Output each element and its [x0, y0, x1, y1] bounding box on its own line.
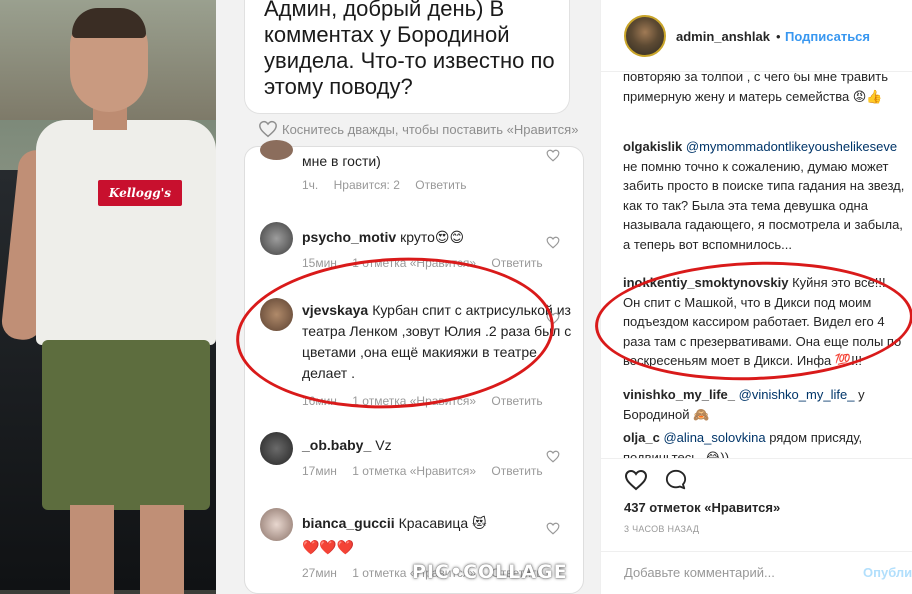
- add-comment-input[interactable]: Добавьте комментарий...: [624, 565, 775, 580]
- comment-text: круто😍😊: [400, 229, 465, 245]
- comment-meta: 17мин 1 отметка «Нравится» Ответить: [302, 464, 592, 478]
- reply-link[interactable]: Ответить: [491, 256, 542, 270]
- comment-heart-icon[interactable]: [546, 450, 560, 463]
- comment-body: bianca_guccii Красавица 😻 ❤️❤️❤️: [302, 511, 502, 559]
- comment-mention-link[interactable]: @vinishko_my_life_: [739, 387, 855, 402]
- comment-username[interactable]: olgakislik: [623, 139, 682, 154]
- avatar: [260, 508, 293, 541]
- left-leg: [70, 505, 114, 594]
- list-item: olja_c @alina_solovkina рядом присяду, п…: [623, 428, 905, 458]
- post-header: admin_anshlak • Подписаться: [601, 0, 912, 72]
- comment-time: 17мин: [302, 464, 337, 478]
- caption-text: Админ, добрый день) В комментах у Бороди…: [264, 0, 555, 99]
- green-shorts: [42, 340, 210, 510]
- avatar: [260, 222, 293, 255]
- post-time-ago: 3 часов назад: [624, 524, 700, 534]
- comment-item: _ob.baby_ Vz: [260, 432, 590, 468]
- comment-username[interactable]: _ob.baby_: [302, 437, 371, 453]
- comment-heart-icon[interactable]: [546, 149, 560, 162]
- comments-collage: Админ, добрый день) В комментах у Бороди…: [216, 0, 600, 594]
- comment-meta: 1ч. Нравится: 2 Ответить: [302, 178, 592, 192]
- comment-time: 27мин: [302, 566, 337, 580]
- pic-collage-watermark: PIC•COLLAGE: [412, 561, 568, 583]
- post-actions: 437 отметок «Нравится» 3 часов назад Доб…: [601, 458, 912, 594]
- comment-username[interactable]: olja_c: [623, 430, 660, 445]
- reply-link[interactable]: Ответить: [491, 464, 542, 478]
- comment-likes-link[interactable]: 1 отметка «Нравится»: [352, 464, 476, 478]
- list-item: повторяю за толпой , с чего бы мне трави…: [623, 73, 905, 106]
- hair: [72, 8, 146, 38]
- double-tap-hint: Коснитесь дважды, чтобы поставить «Нрави…: [258, 120, 600, 138]
- comment-text: мне в гости): [302, 153, 381, 169]
- comment-text: не помню точно к сожалению, думаю может …: [623, 158, 905, 252]
- avatar: [260, 140, 293, 160]
- comment-username[interactable]: psycho_motiv: [302, 229, 396, 245]
- heart-outline-icon: [259, 120, 277, 138]
- comment-text: Vz: [375, 437, 392, 453]
- reply-link[interactable]: Ответить: [415, 178, 466, 192]
- comment-username[interactable]: bianca_guccii: [302, 515, 395, 531]
- comment-body: _ob.baby_ Vz: [302, 436, 584, 455]
- follow-button[interactable]: Подписаться: [785, 29, 870, 44]
- list-item: vinishko_my_life_ @vinishko_my_life_ у Б…: [623, 385, 905, 424]
- comment-likes-link[interactable]: Нравится: 2: [334, 178, 400, 192]
- comment-mention-link[interactable]: @mymommadontlikeyoushelikeseve: [686, 139, 897, 154]
- like-heart-icon[interactable]: [624, 469, 648, 491]
- account-avatar[interactable]: [624, 15, 666, 57]
- comment-username[interactable]: vinishko_my_life_: [623, 387, 735, 402]
- comment-time: 1ч.: [302, 178, 319, 192]
- add-comment-bar: Добавьте комментарий... Опубликовать: [601, 551, 912, 594]
- screenshot-root: Kellogg's Админ, добрый день) В коммента…: [0, 0, 912, 594]
- list-item: olgakislik @mymommadontlikeyoushelikesev…: [623, 137, 905, 254]
- double-tap-hint-text: Коснитесь дважды, чтобы поставить «Нрави…: [282, 121, 579, 137]
- man-photo: Kellogg's: [0, 0, 216, 594]
- publish-button[interactable]: Опубликовать: [863, 565, 912, 580]
- avatar: [260, 432, 293, 465]
- comment-mention-link[interactable]: @alina_solovkina: [663, 430, 765, 445]
- reply-link[interactable]: Ответить: [491, 394, 542, 408]
- comment-item: bianca_guccii Красавица 😻 ❤️❤️❤️: [260, 508, 590, 560]
- comment-text: повторяю за толпой , с чего бы мне трави…: [623, 73, 889, 104]
- right-leg: [140, 505, 184, 594]
- comment-body: psycho_motiv круто😍😊: [302, 228, 584, 247]
- white-t-shirt: [36, 120, 216, 345]
- kelloggs-logo: Kellogg's: [98, 180, 182, 206]
- account-username[interactable]: admin_anshlak: [676, 29, 770, 44]
- comment-item: мне в гости): [260, 140, 590, 176]
- header-separator: •: [776, 29, 781, 44]
- instagram-sidebar: admin_anshlak • Подписаться повторяю за …: [593, 0, 912, 594]
- likes-count[interactable]: 437 отметок «Нравится»: [624, 500, 780, 515]
- comment-heart-icon[interactable]: [546, 236, 560, 249]
- comment-heart-icon[interactable]: [546, 522, 560, 535]
- comment-bubble-icon[interactable]: [665, 469, 687, 491]
